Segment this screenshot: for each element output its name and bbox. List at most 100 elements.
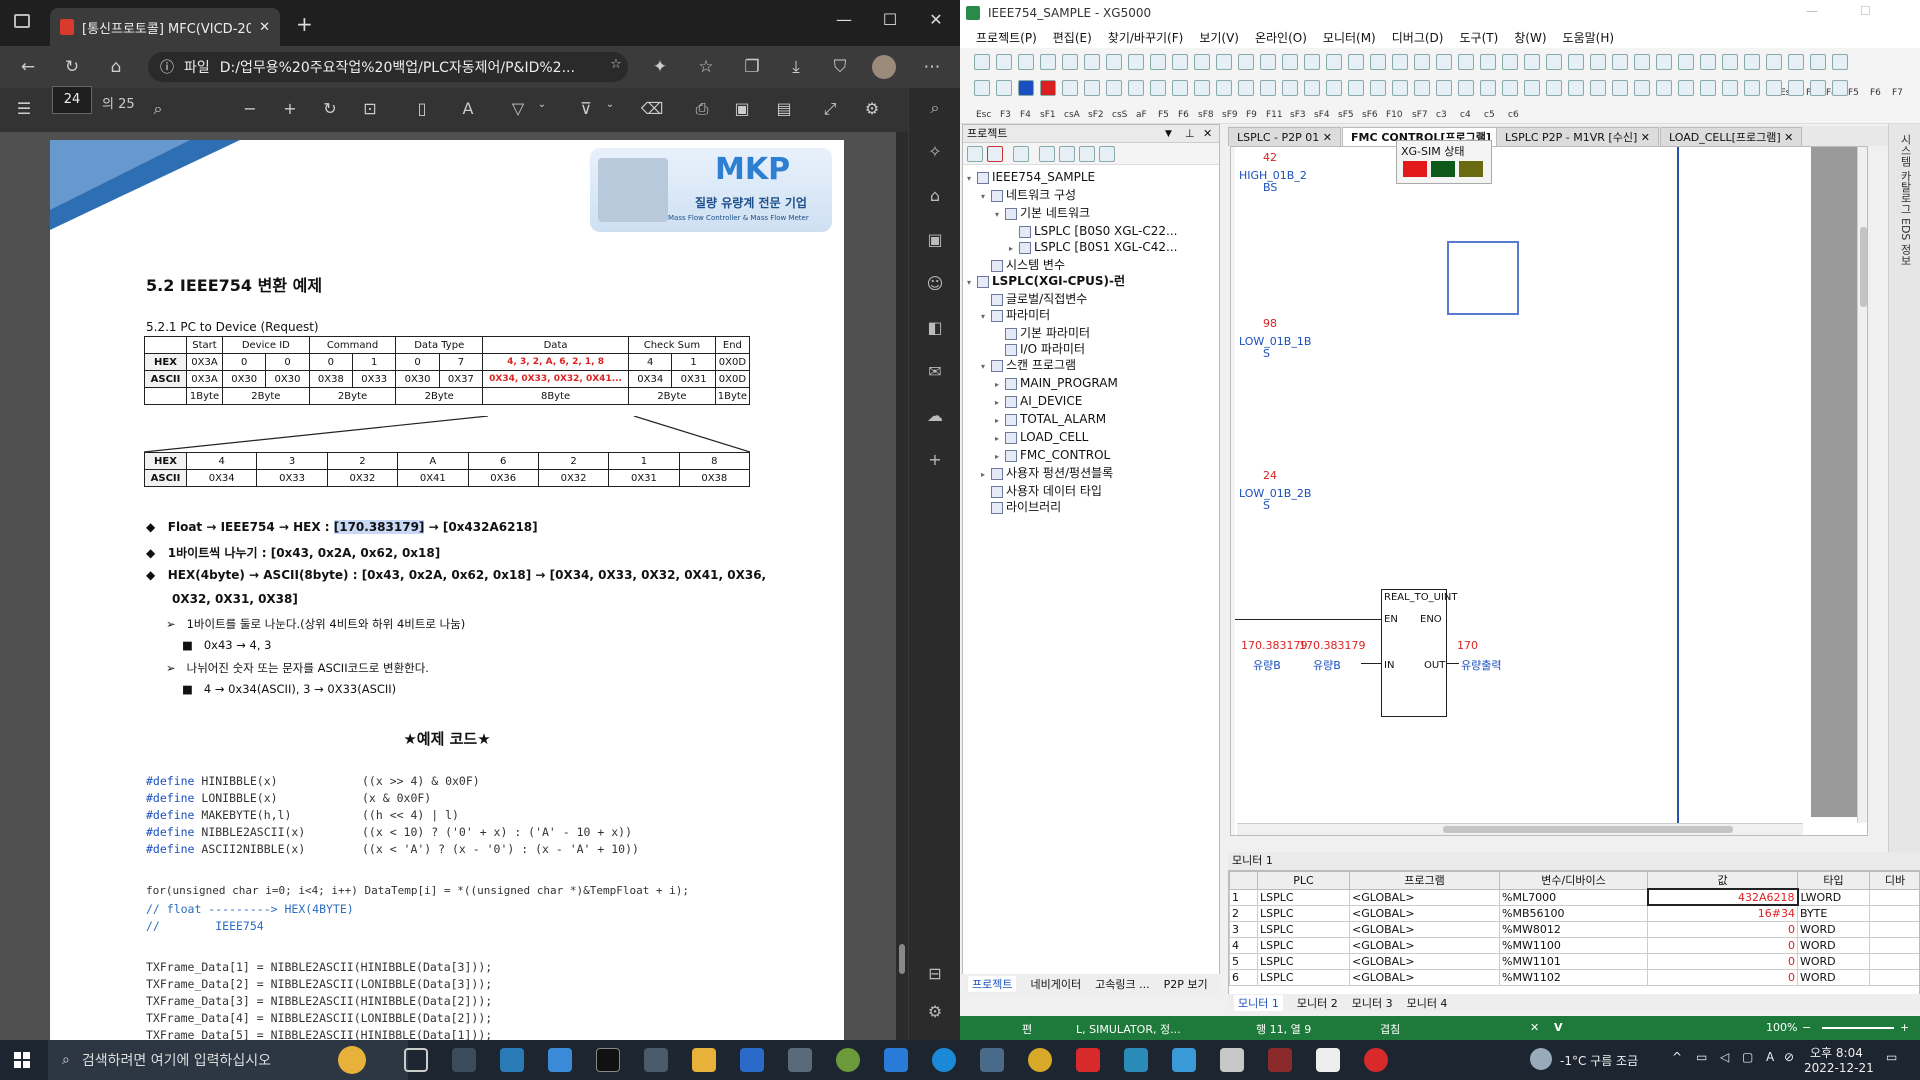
pane-menu-icon[interactable]: ▼ (1165, 125, 1172, 143)
settings-app-icon[interactable] (452, 1048, 476, 1072)
mail-icon[interactable] (884, 1048, 908, 1072)
toolbar-tool-icon[interactable] (1678, 80, 1694, 96)
tree-item[interactable]: ▾ IEEE754_SAMPLE (967, 169, 1177, 187)
youtube-icon[interactable] (1076, 1048, 1100, 1072)
page-view-icon[interactable]: ▯ (410, 99, 434, 118)
close-pane-icon[interactable]: ✕ (1203, 125, 1212, 143)
toolbar-tool-icon[interactable] (1348, 54, 1364, 70)
menu-project[interactable]: 프로젝트(P) (976, 29, 1037, 46)
toolbar-tool-icon[interactable] (1194, 80, 1210, 96)
tab-monitor-1[interactable]: 모니터 1 (1234, 995, 1283, 1011)
toolbar-tool-icon[interactable] (1634, 80, 1650, 96)
notification-icon[interactable]: ▭ (1886, 1050, 1897, 1064)
menu-edit[interactable]: 편집(E) (1053, 29, 1092, 46)
app-icon[interactable] (1268, 1048, 1292, 1072)
tab-p2p01[interactable]: LSPLC - P2P 01 ✕ (1228, 127, 1341, 146)
store-icon[interactable] (740, 1048, 764, 1072)
toolbar-tool-icon[interactable] (1150, 80, 1166, 96)
maximize-icon[interactable]: ☐ (1860, 4, 1871, 18)
value-cell[interactable]: 0 (1647, 936, 1798, 954)
toolbox-icon[interactable]: ▣ (923, 230, 947, 249)
menu-help[interactable]: 도움말(H) (1563, 29, 1615, 46)
tree-item[interactable]: ▸ MAIN_PROGRAM (967, 375, 1177, 393)
download-icon[interactable]: ⤓ (784, 57, 808, 77)
print-icon[interactable]: ⎙ (690, 99, 714, 119)
tree-item[interactable]: ▸ LSPLC [B0S1 XGL-C42... (967, 239, 1177, 257)
toolbar-tool-icon[interactable] (1590, 54, 1606, 70)
camera-icon[interactable] (644, 1048, 668, 1072)
more-icon[interactable]: ⋯ (920, 57, 944, 77)
toolbar-tool-icon[interactable] (1436, 54, 1452, 70)
zoom-in-icon[interactable]: + (278, 99, 302, 118)
tag-icon[interactable]: ⌂ (923, 186, 947, 205)
outlook-icon[interactable]: ✉ (923, 362, 947, 381)
toolbar-tool-icon[interactable] (1194, 54, 1210, 70)
toolbar-tool-icon[interactable] (1414, 80, 1430, 96)
tree-item[interactable]: 기본 파라미터 (967, 325, 1177, 341)
toolbar-tool-icon[interactable] (1392, 80, 1408, 96)
toolbar-tool-icon[interactable] (1040, 54, 1056, 70)
toolbar-tool-icon[interactable] (1216, 80, 1232, 96)
toolbar-tool-icon[interactable] (1722, 54, 1738, 70)
tab-load-cell[interactable]: LOAD_CELL[프로그램] ✕ (1660, 127, 1803, 146)
app-icon[interactable] (1316, 1048, 1340, 1072)
tool-icon[interactable] (1013, 146, 1029, 162)
toolbar-tool-icon[interactable] (1678, 54, 1694, 70)
toolbar-tool-icon[interactable] (1084, 80, 1100, 96)
app-icon[interactable] (980, 1048, 1004, 1072)
sparkle-icon[interactable]: ✧ (923, 142, 947, 161)
value-cell[interactable]: 0 (1647, 968, 1798, 986)
tab-highspeed-link[interactable]: 고속링크 ... (1095, 976, 1149, 992)
table-row[interactable]: 1 LSPLC <GLOBAL> %ML7000 432A6218 LWORD (1229, 888, 1919, 906)
toolbar-tool-icon[interactable] (1568, 54, 1584, 70)
toolbar-tool-icon[interactable] (1062, 80, 1078, 96)
tab-p2p-view[interactable]: P2P 보기 (1164, 976, 1208, 992)
tab-project[interactable]: 프로젝트 (968, 976, 1017, 992)
tree-item[interactable]: ▸ TOTAL_ALARM (967, 411, 1177, 429)
favorites-icon[interactable]: ☆ (694, 57, 718, 77)
toolbar-tool-icon[interactable] (1656, 54, 1672, 70)
tree-item[interactable]: LSPLC [B0S0 XGL-C22... (967, 223, 1177, 239)
toolbar-tool-icon[interactable] (1084, 54, 1100, 70)
toolbar-tool-icon[interactable] (974, 80, 990, 96)
toolbar-tool-icon[interactable] (1700, 54, 1716, 70)
menu-window[interactable]: 창(W) (1514, 29, 1546, 46)
read-aloud-icon[interactable]: A (456, 99, 480, 118)
back-icon[interactable]: ← (16, 57, 40, 77)
save-as-icon[interactable]: ▤ (772, 99, 796, 118)
toolbar-tool-icon[interactable] (1546, 80, 1562, 96)
toolbar-tool-icon[interactable] (1304, 80, 1320, 96)
tab-p2p-m1vr[interactable]: LSPLC P2P - M1VR [수신] ✕ (1496, 127, 1659, 146)
file-explorer-icon[interactable] (692, 1048, 716, 1072)
clock-date[interactable]: 2022-12-21 (1804, 1061, 1874, 1075)
side-panel-label[interactable]: 시스템 카탈로그 EDS 정보 (1897, 134, 1913, 266)
stop-icon[interactable] (987, 146, 1003, 162)
tree-item[interactable]: 라이브러리 (967, 499, 1177, 515)
toolbar-tool-icon[interactable] (1348, 80, 1364, 96)
tree-item[interactable]: ▾ 파라미터 (967, 307, 1177, 325)
tree-item[interactable]: ▸ FMC_CONTROL (967, 447, 1177, 465)
close-window-icon[interactable]: ✕ (916, 10, 956, 29)
address-field[interactable]: ⓘ 파일 D:/업무용%20주요작업%20백업/PLC자동제어/P&ID%2..… (148, 52, 628, 82)
toolbar-tool-icon[interactable] (1612, 54, 1628, 70)
toolbar-tool-icon[interactable] (1744, 80, 1760, 96)
app-icon[interactable] (836, 1048, 860, 1072)
tree-item[interactable]: 사용자 데이터 타입 (967, 483, 1177, 499)
tab-navigator[interactable]: 네비게이터 (1030, 976, 1081, 992)
toolbar-tool-icon[interactable] (1326, 80, 1342, 96)
taskbar-search[interactable]: ⌕ 검색하려면 여기에 입력하십시오 (48, 1040, 408, 1080)
favorite-icon[interactable]: ☆ (604, 57, 628, 72)
toolbar-tool-icon[interactable] (1392, 54, 1408, 70)
pdf-scrollbar[interactable] (896, 132, 908, 1040)
toolbar-tool-icon[interactable] (1238, 80, 1254, 96)
tree-item[interactable]: ▾ 기본 네트워크 (967, 205, 1177, 223)
scroll-thumb[interactable] (899, 944, 905, 974)
draw-options-icon[interactable]: ⌄ (530, 99, 554, 110)
toolbar-tool-icon[interactable] (1370, 54, 1386, 70)
toolbar-tool-icon[interactable] (1590, 80, 1606, 96)
toolbar-tool-icon[interactable] (1722, 80, 1738, 96)
speaker-icon[interactable]: ◁ (1720, 1050, 1729, 1064)
tab-monitor-3[interactable]: 모니터 3 (1352, 995, 1393, 1011)
tab-monitor-2[interactable]: 모니터 2 (1297, 995, 1338, 1011)
close-tab-icon[interactable]: ✕ (259, 20, 270, 35)
